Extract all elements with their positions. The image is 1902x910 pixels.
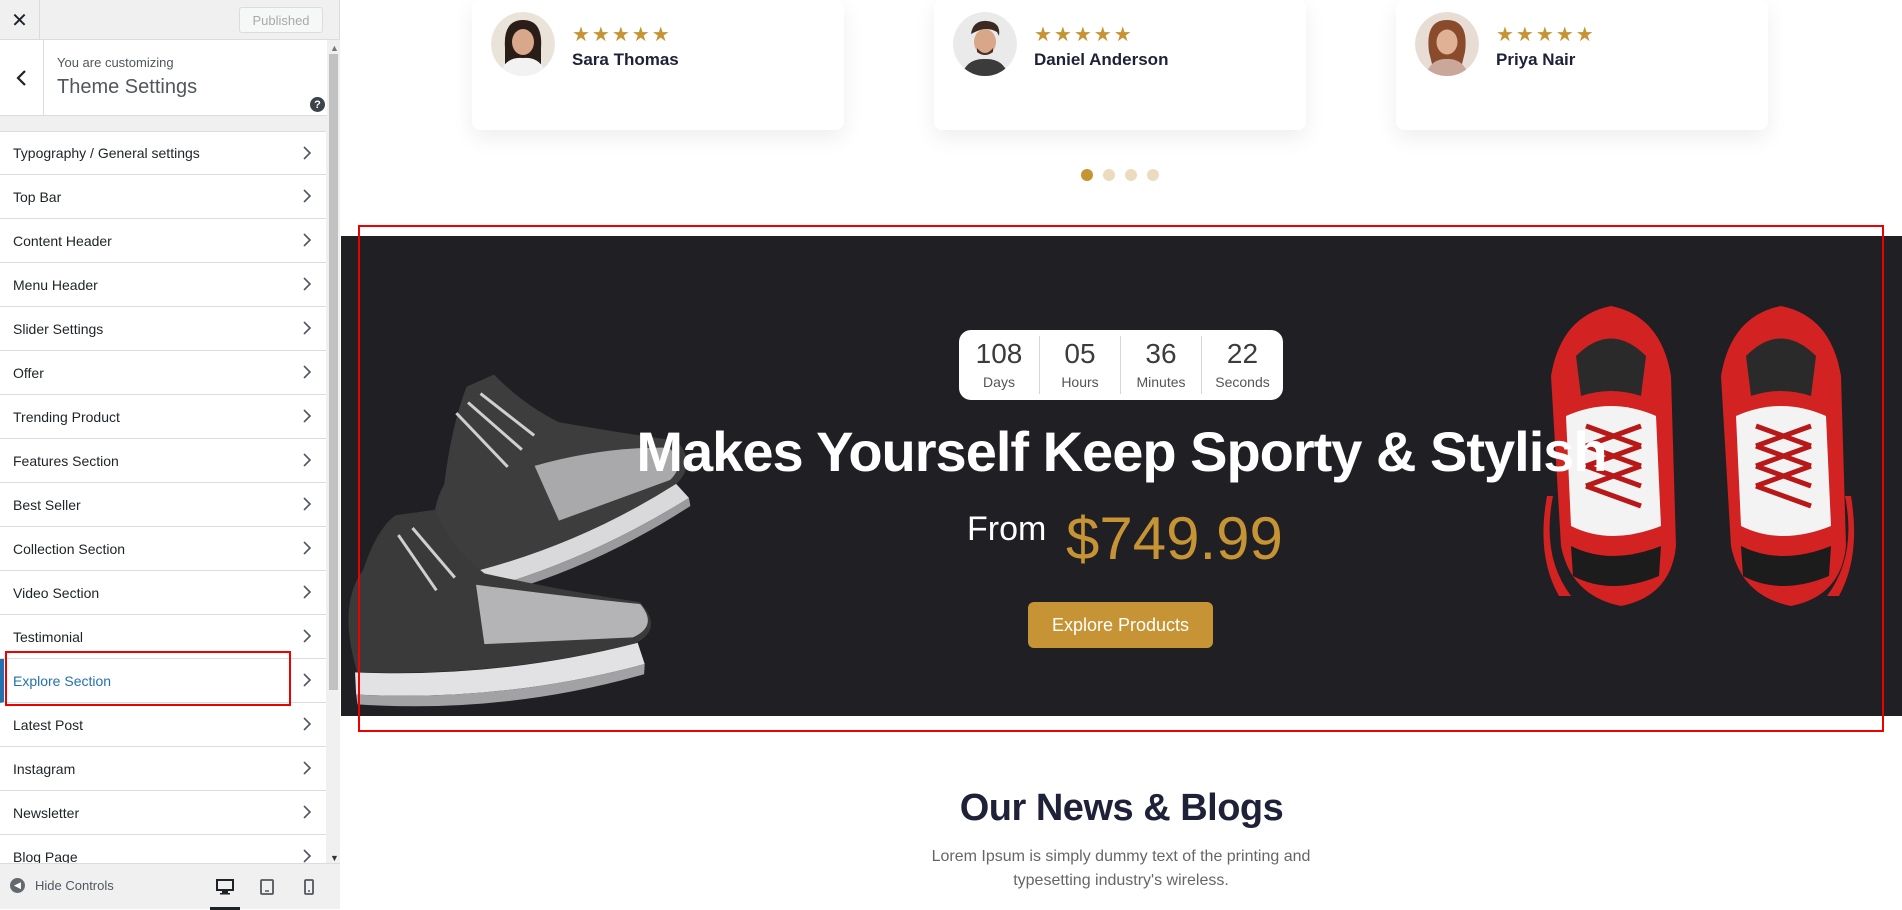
chevron-right-icon	[303, 275, 312, 296]
carousel-dot[interactable]	[1147, 169, 1159, 181]
annotation-highlight	[358, 225, 1884, 732]
mobile-icon[interactable]	[288, 872, 330, 902]
testimonial-card: ★★★★★ Sara Thomas	[472, 0, 844, 130]
menu-item[interactable]: Content Header	[0, 219, 326, 263]
chevron-right-icon	[303, 627, 312, 648]
header-text: You are customizing Theme Settings	[57, 55, 197, 99]
sidebar-footer: ◀ Hide Controls	[0, 863, 340, 910]
tablet-icon[interactable]	[246, 872, 288, 902]
publish-button[interactable]: Published	[239, 7, 323, 33]
chevron-right-icon	[303, 451, 312, 472]
section-header: You are customizing Theme Settings ?	[0, 40, 339, 116]
chevron-right-icon	[303, 407, 312, 428]
sidebar-scrollbar[interactable]: ▲ ▼	[327, 40, 340, 863]
section-menu: Typography / General settings Top Bar Cont…	[0, 131, 326, 879]
chevron-right-icon	[303, 363, 312, 384]
menu-item-label: Collection Section	[13, 540, 126, 557]
chevron-right-icon	[303, 715, 312, 736]
menu-item[interactable]: Typography / General settings	[0, 131, 326, 175]
menu-item-label: Typography / General settings	[13, 145, 200, 161]
menu-item-label: Video Section	[13, 584, 100, 601]
menu-item[interactable]: Instagram	[0, 747, 326, 791]
close-icon[interactable]: ✕	[0, 0, 40, 40]
menu-item-label: Best Seller	[13, 496, 81, 513]
menu-item[interactable]: Trending Product	[0, 395, 326, 439]
chevron-right-icon	[303, 671, 312, 692]
customizer-sidebar: ✕ Published You are customizing Theme Se…	[0, 0, 340, 910]
rating-stars: ★★★★★	[1496, 24, 1596, 46]
menu-item-label: Slider Settings	[13, 320, 104, 337]
menu-item-label: Content Header	[13, 232, 112, 249]
menu-item-label: Instagram	[13, 760, 76, 777]
scroll-thumb[interactable]	[329, 54, 338, 690]
collapse-icon: ◀	[10, 878, 25, 893]
menu-item[interactable]: Best Seller	[0, 483, 326, 527]
menu-item[interactable]: Latest Post	[0, 703, 326, 747]
testimonial-card: ★★★★★ Priya Nair	[1396, 0, 1768, 130]
menu-item-label: Trending Product	[13, 408, 120, 425]
reviewer-name: Sara Thomas	[572, 50, 679, 69]
site-preview: ★★★★★ Sara Thomas ★★★★★ Daniel Anderson …	[341, 0, 1902, 909]
hide-controls-button[interactable]: ◀ Hide Controls	[10, 878, 114, 893]
menu-item[interactable]: Newsletter	[0, 791, 326, 835]
chevron-right-icon	[303, 759, 312, 780]
customizing-label: You are customizing	[57, 55, 174, 70]
rating-stars: ★★★★★	[572, 24, 672, 46]
carousel-dot[interactable]	[1103, 169, 1115, 181]
chevron-right-icon	[303, 539, 312, 560]
reviewer-name: Priya Nair	[1496, 50, 1576, 69]
sidebar-top-bar: ✕ Published	[0, 0, 339, 40]
annotation-highlight	[5, 651, 291, 706]
menu-item-label: Newsletter	[13, 804, 80, 821]
menu-item[interactable]: Collection Section	[0, 527, 326, 571]
hide-controls-label: Hide Controls	[35, 878, 114, 893]
panel-title: Theme Settings	[57, 76, 198, 98]
menu-item-label: Testimonial	[13, 628, 84, 645]
menu-item[interactable]: Menu Header	[0, 263, 326, 307]
avatar	[491, 12, 555, 76]
menu-item-label: Features Section	[13, 452, 119, 469]
chevron-right-icon	[303, 231, 312, 252]
avatar	[953, 12, 1017, 76]
avatar	[1415, 12, 1479, 76]
help-icon[interactable]: ?	[310, 97, 325, 112]
back-icon[interactable]	[0, 40, 44, 116]
carousel-dots	[1081, 169, 1169, 181]
device-switcher	[204, 872, 330, 910]
chevron-right-icon	[303, 495, 312, 516]
carousel-dot[interactable]	[1081, 169, 1093, 181]
menu-item[interactable]: Video Section	[0, 571, 326, 615]
reviewer-name: Daniel Anderson	[1034, 50, 1169, 69]
menu-item[interactable]: Top Bar	[0, 175, 326, 219]
news-section-title: Our News & Blogs	[959, 787, 1284, 829]
news-section-subtitle: Lorem Ipsum is simply dummy text of the …	[931, 848, 1311, 889]
menu-item-label: Latest Post	[13, 716, 84, 733]
chevron-right-icon	[303, 144, 312, 165]
menu-item[interactable]: Slider Settings	[0, 307, 326, 351]
menu-item[interactable]: Features Section	[0, 439, 326, 483]
desktop-icon[interactable]	[204, 872, 246, 910]
scroll-up-icon[interactable]: ▲	[330, 43, 339, 53]
carousel-dot[interactable]	[1125, 169, 1137, 181]
chevron-right-icon	[303, 803, 312, 824]
scroll-down-icon[interactable]: ▼	[330, 853, 339, 863]
chevron-right-icon	[303, 187, 312, 208]
menu-item[interactable]: Offer	[0, 351, 326, 395]
menu-item-label: Offer	[13, 364, 44, 381]
menu-item-label: Menu Header	[13, 276, 98, 293]
rating-stars: ★★★★★	[1034, 24, 1134, 46]
menu-item-label: Top Bar	[13, 188, 62, 205]
testimonial-card: ★★★★★ Daniel Anderson	[934, 0, 1306, 130]
chevron-right-icon	[303, 583, 312, 604]
chevron-right-icon	[303, 319, 312, 340]
